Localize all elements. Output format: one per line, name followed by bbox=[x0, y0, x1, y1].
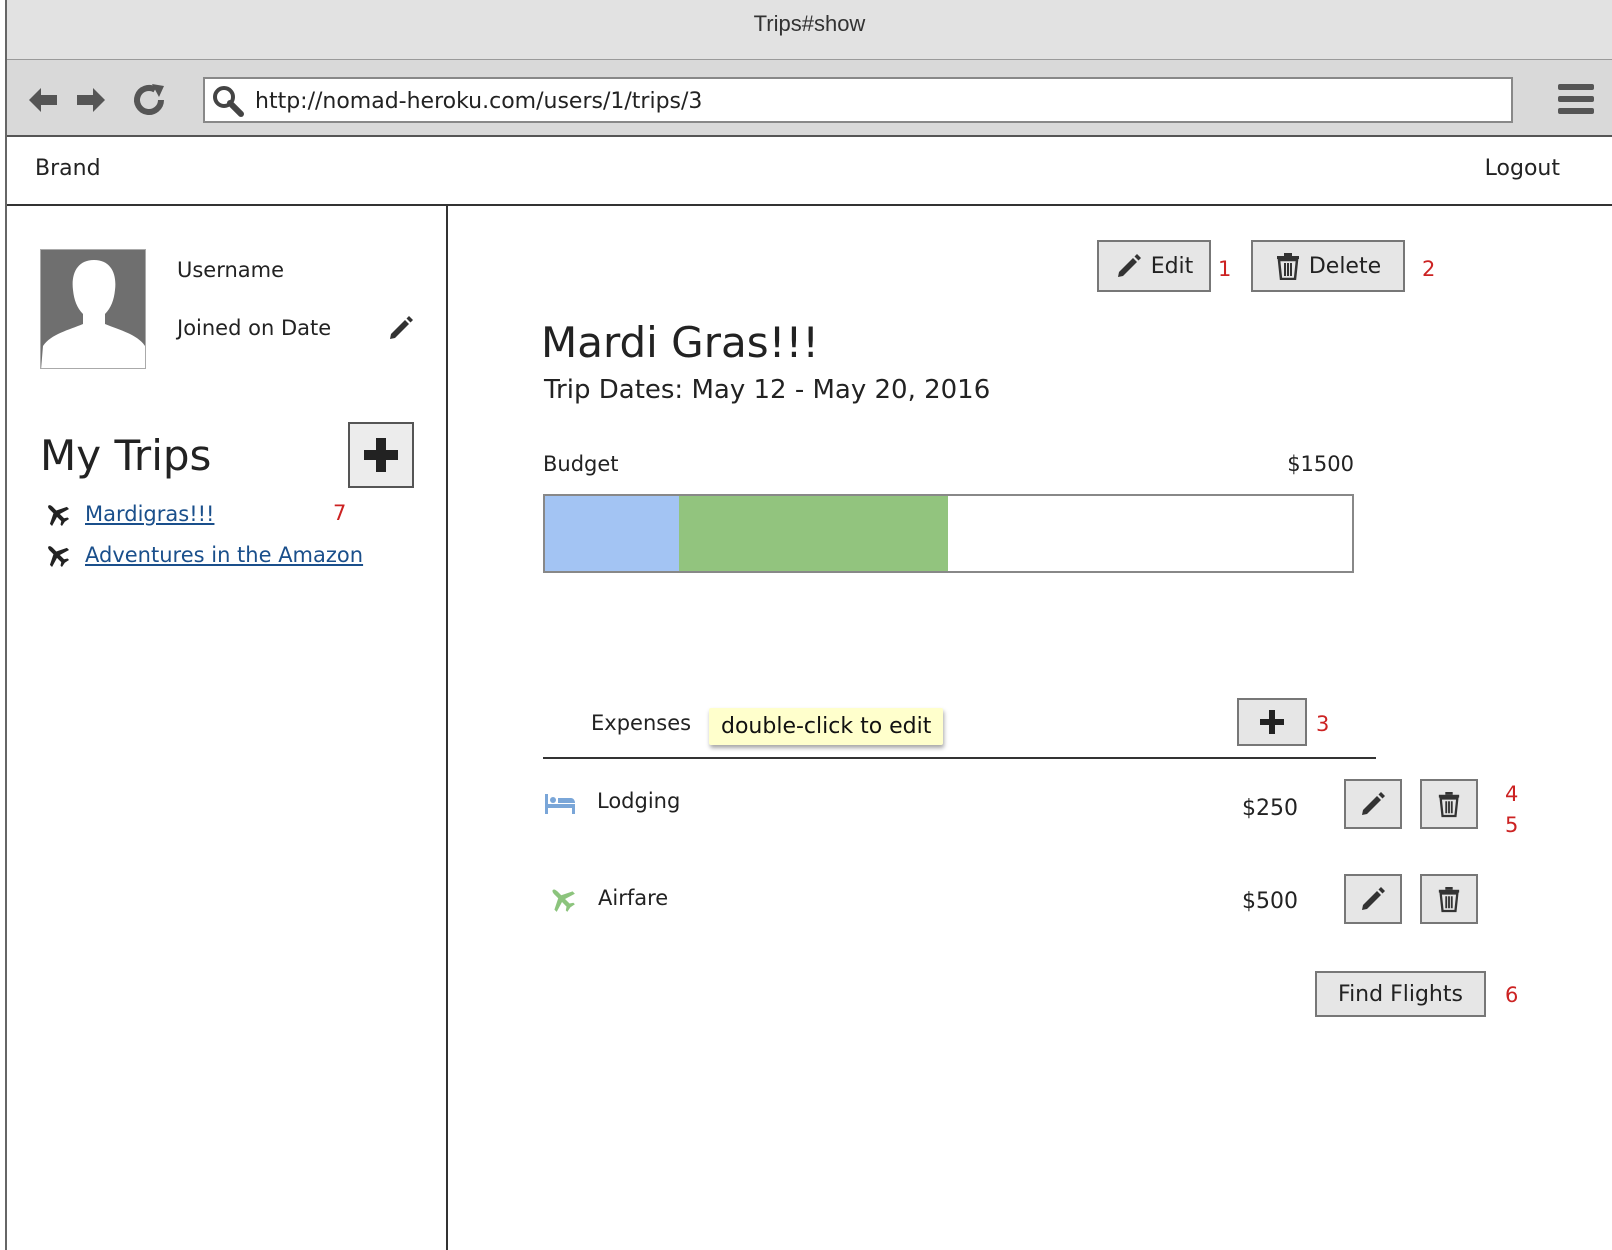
budget-bar bbox=[543, 494, 1354, 573]
budget-label: Budget bbox=[543, 452, 619, 476]
trip-list-item[interactable]: Adventures in the Amazon bbox=[43, 540, 363, 570]
browser-window: Trips#show http://nomad-heroku.com/users… bbox=[5, 0, 1612, 1250]
annotation-2: 2 bbox=[1422, 257, 1436, 281]
annotation-5: 5 bbox=[1505, 813, 1519, 837]
edit-expense-button[interactable] bbox=[1344, 779, 1402, 829]
expense-name-lodging: Lodging bbox=[597, 789, 681, 813]
budget-total: $1500 bbox=[1287, 452, 1354, 476]
pencil-icon bbox=[1117, 254, 1141, 277]
find-flights-button[interactable]: Find Flights bbox=[1315, 971, 1486, 1017]
plane-icon bbox=[48, 546, 70, 568]
trash-icon bbox=[1438, 792, 1460, 818]
trash-icon bbox=[1438, 887, 1460, 913]
expense-amount-lodging: $250 bbox=[1242, 796, 1298, 821]
expense-amount-airfare: $500 bbox=[1242, 889, 1298, 914]
edit-trip-label: Edit bbox=[1150, 253, 1194, 279]
my-trips-heading: My Trips bbox=[40, 431, 212, 480]
bed-icon bbox=[545, 794, 575, 814]
budget-segment-airfare bbox=[679, 496, 949, 571]
double-click-tooltip: double-click to edit bbox=[709, 708, 944, 745]
edit-expense-button[interactable] bbox=[1344, 874, 1402, 924]
annotation-4: 4 bbox=[1505, 782, 1519, 806]
plus-icon bbox=[1260, 710, 1284, 734]
find-flights-label: Find Flights bbox=[1338, 981, 1463, 1007]
annotation-1: 1 bbox=[1218, 257, 1232, 281]
delete-trip-label: Delete bbox=[1308, 253, 1382, 279]
sidebar: Username Joined on Date My Trips Mardigr… bbox=[7, 206, 448, 1250]
plus-icon bbox=[364, 438, 398, 472]
plane-icon bbox=[48, 505, 70, 527]
logout-link[interactable]: Logout bbox=[1485, 156, 1560, 181]
annotation-7: 7 bbox=[333, 501, 347, 525]
browser-toolbar: http://nomad-heroku.com/users/1/trips/3 bbox=[7, 60, 1612, 137]
delete-expense-button[interactable] bbox=[1420, 779, 1478, 829]
expense-name-airfare: Airfare bbox=[598, 886, 669, 910]
window-title: Trips#show bbox=[753, 11, 866, 36]
annotation-3: 3 bbox=[1316, 712, 1330, 736]
trash-icon bbox=[1276, 253, 1299, 280]
brand-link[interactable]: Brand bbox=[35, 156, 101, 181]
back-arrow-icon[interactable] bbox=[25, 82, 61, 118]
joined-date-label: Joined on Date bbox=[177, 316, 332, 340]
trip-title: Mardi Gras!!! bbox=[541, 318, 820, 367]
address-bar[interactable]: http://nomad-heroku.com/users/1/trips/3 bbox=[203, 77, 1513, 123]
expenses-divider bbox=[543, 757, 1376, 759]
reload-icon[interactable] bbox=[131, 82, 167, 118]
trip-link-mardigras[interactable]: Mardigras!!! bbox=[85, 502, 214, 526]
budget-segment-lodging bbox=[545, 496, 680, 571]
trip-dates: Trip Dates: May 12 - May 20, 2016 bbox=[544, 375, 991, 405]
hamburger-menu-icon[interactable] bbox=[1558, 80, 1594, 118]
avatar bbox=[40, 249, 146, 369]
forward-arrow-icon[interactable] bbox=[73, 82, 109, 118]
person-silhouette-icon bbox=[41, 260, 145, 368]
app-navbar: Brand Logout bbox=[7, 137, 1612, 206]
delete-expense-button[interactable] bbox=[1420, 874, 1478, 924]
edit-trip-button[interactable]: Edit bbox=[1097, 240, 1211, 292]
search-icon bbox=[213, 86, 244, 117]
trip-link-amazon[interactable]: Adventures in the Amazon bbox=[85, 543, 363, 567]
add-trip-button[interactable] bbox=[348, 422, 414, 488]
pencil-icon bbox=[1362, 792, 1385, 815]
username-label: Username bbox=[177, 258, 285, 282]
title-bar: Trips#show bbox=[7, 0, 1612, 60]
annotation-6: 6 bbox=[1505, 983, 1519, 1007]
edit-profile-pencil-icon[interactable] bbox=[387, 314, 415, 342]
url-text: http://nomad-heroku.com/users/1/trips/3 bbox=[255, 89, 703, 114]
add-expense-button[interactable] bbox=[1237, 698, 1307, 746]
pencil-icon bbox=[1362, 887, 1385, 910]
delete-trip-button[interactable]: Delete bbox=[1251, 240, 1405, 292]
expenses-heading: Expenses bbox=[591, 711, 692, 735]
plane-icon bbox=[552, 889, 575, 912]
trip-list-item[interactable]: Mardigras!!! bbox=[43, 499, 214, 529]
